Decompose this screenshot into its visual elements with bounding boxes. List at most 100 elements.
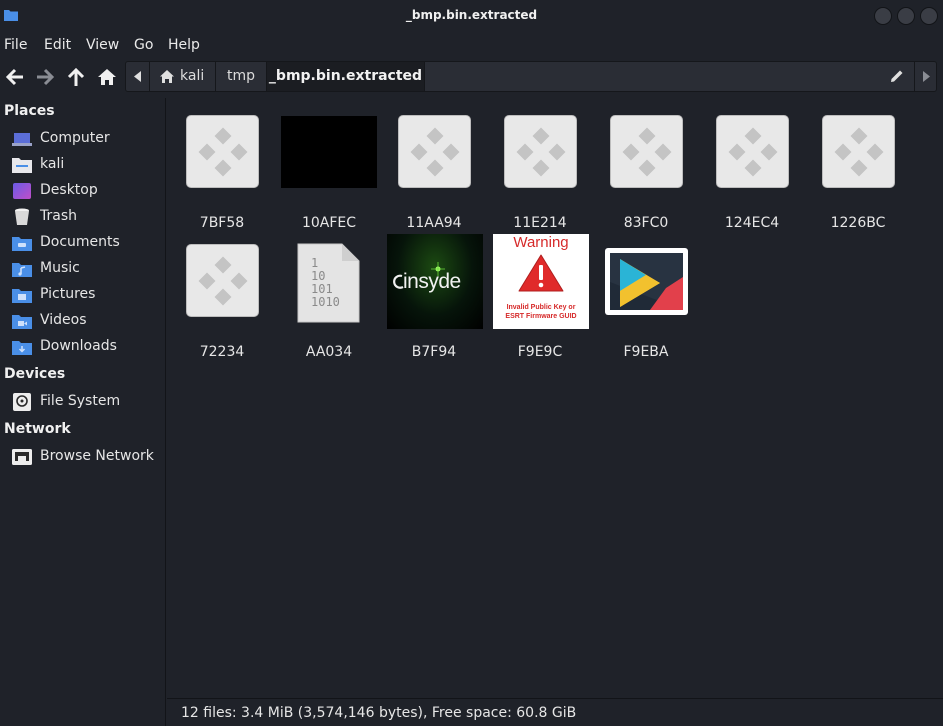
file-name: AA034 — [305, 344, 353, 360]
file-name: 11AA94 — [406, 215, 462, 231]
sidebar-item-label: Documents — [40, 234, 120, 250]
insyde-logo-text: insyde — [403, 270, 461, 293]
menu-go[interactable]: Go — [134, 37, 153, 53]
home-icon — [160, 70, 174, 83]
videos-folder-icon — [12, 315, 32, 329]
status-bar: 12 files: 3.4 MiB (3,574,146 bytes), Fre… — [167, 698, 943, 726]
file-item[interactable]: 1226BC — [805, 108, 911, 234]
window-title: _bmp.bin.extracted — [405, 8, 538, 22]
sidebar-item-label: kali — [40, 156, 65, 172]
file-item[interactable]: 7BF58 — [169, 108, 275, 234]
sidebar-item-documents[interactable]: Documents — [12, 232, 162, 254]
chevron-right-icon — [923, 71, 930, 82]
image-placeholder-icon — [822, 115, 895, 188]
sidebar-item-label: Music — [40, 260, 80, 276]
network-heading: Network — [4, 421, 71, 437]
title-bar: _bmp.bin.extracted — [0, 0, 943, 32]
sidebar-item-kali[interactable]: kali — [12, 154, 162, 176]
sidebar-item-label: Trash — [40, 208, 77, 224]
file-name: F9EBA — [623, 344, 669, 360]
warning-line: ESRT Firmware GUID — [505, 313, 577, 320]
path-scroll-left-button[interactable] — [126, 62, 150, 91]
warning-triangle-icon — [518, 254, 564, 292]
file-name: 83FC0 — [623, 215, 669, 231]
image-placeholder-icon — [186, 115, 259, 188]
warning-line: Invalid Public Key or — [506, 304, 576, 311]
file-item[interactable]: F9EBA — [593, 237, 699, 363]
file-item[interactable]: insyde B7F94 — [381, 234, 487, 363]
warning-image: Warning Invalid Public Key or ESRT Firmw… — [493, 234, 589, 329]
drive-icon — [13, 393, 31, 411]
file-item[interactable]: 11E214 — [487, 108, 593, 234]
places-heading: Places — [4, 103, 55, 119]
insyde-logo-image: insyde — [387, 234, 483, 329]
sidebar-item-trash[interactable]: Trash — [12, 206, 162, 228]
file-name: 11E214 — [513, 215, 567, 231]
sidebar-item-label: Desktop — [40, 182, 98, 198]
file-name: F9E9C — [517, 344, 563, 360]
network-icon — [12, 449, 32, 465]
trash-icon — [15, 208, 29, 225]
image-placeholder-icon — [186, 244, 259, 317]
pencil-icon[interactable] — [890, 69, 904, 83]
breadcrumb-kali[interactable]: kali — [150, 62, 216, 91]
sidebar-item-label: Videos — [40, 312, 87, 328]
file-item[interactable]: 124EC4 — [699, 108, 805, 234]
sidebar-item-downloads[interactable]: Downloads — [12, 336, 162, 358]
file-item[interactable]: 72234 — [169, 237, 275, 363]
menu-bar: File Edit View Go Help — [0, 32, 943, 58]
maximize-button[interactable] — [897, 7, 915, 25]
menu-help[interactable]: Help — [168, 37, 200, 53]
chevron-left-icon — [134, 71, 141, 82]
image-placeholder-icon — [398, 115, 471, 188]
documents-folder-icon — [12, 237, 32, 251]
breadcrumb-label: kali — [180, 68, 205, 84]
sidebar-item-videos[interactable]: Videos — [12, 310, 162, 332]
path-scroll-right-button[interactable] — [914, 62, 936, 91]
sidebar-item-computer[interactable]: Computer — [12, 128, 162, 150]
sidebar-item-label: File System — [40, 393, 121, 409]
devices-heading: Devices — [4, 366, 66, 382]
pictures-folder-icon — [12, 289, 32, 303]
file-item[interactable]: Warning Invalid Public Key or ESRT Firmw… — [487, 234, 593, 363]
sidebar: Places Computer kali Desktop Trash Docum… — [0, 98, 166, 726]
play-logo-image — [605, 248, 688, 315]
music-folder-icon — [12, 263, 32, 277]
file-name: 124EC4 — [724, 215, 780, 231]
image-placeholder-icon — [716, 115, 789, 188]
breadcrumb-tmp[interactable]: tmp — [216, 62, 267, 91]
up-arrow-icon[interactable] — [65, 66, 87, 88]
sidebar-item-file-system[interactable]: File System — [12, 391, 162, 413]
path-bar: kali tmp _bmp.bin.extracted — [125, 61, 937, 92]
menu-edit[interactable]: Edit — [44, 37, 71, 53]
binary-file-icon: 1 10 101 1010 — [297, 243, 360, 323]
file-item[interactable]: 83FC0 — [593, 108, 699, 234]
back-arrow-icon[interactable] — [4, 66, 26, 88]
home-folder-icon — [12, 158, 32, 173]
sidebar-item-music[interactable]: Music — [12, 258, 162, 280]
breadcrumb-label: tmp — [226, 68, 255, 84]
image-placeholder-icon — [610, 115, 683, 188]
file-item[interactable]: 1 10 101 1010 AA034 — [276, 237, 382, 363]
file-name: 10AFEC — [301, 215, 357, 231]
minimize-button[interactable] — [874, 7, 892, 25]
status-text: 12 files: 3.4 MiB (3,574,146 bytes), Fre… — [181, 705, 577, 721]
sidebar-item-label: Downloads — [40, 338, 117, 354]
file-name: B7F94 — [411, 344, 457, 360]
sidebar-item-desktop[interactable]: Desktop — [12, 180, 162, 202]
menu-view[interactable]: View — [86, 37, 119, 53]
close-button[interactable] — [920, 7, 938, 25]
sidebar-item-label: Computer — [40, 130, 110, 146]
file-item[interactable]: 11AA94 — [381, 108, 487, 234]
file-item[interactable]: 10AFEC — [276, 108, 382, 234]
menu-file[interactable]: File — [4, 37, 27, 53]
forward-arrow-icon[interactable] — [34, 66, 56, 88]
sidebar-item-browse-network[interactable]: Browse Network — [12, 446, 162, 468]
breadcrumb-label: _bmp.bin.extracted — [268, 68, 423, 84]
file-name: 7BF58 — [199, 215, 245, 231]
sidebar-item-pictures[interactable]: Pictures — [12, 284, 162, 306]
home-icon[interactable] — [96, 66, 118, 88]
breadcrumb-current[interactable]: _bmp.bin.extracted — [267, 62, 425, 91]
warning-title: Warning — [513, 234, 569, 251]
computer-icon — [12, 133, 32, 146]
